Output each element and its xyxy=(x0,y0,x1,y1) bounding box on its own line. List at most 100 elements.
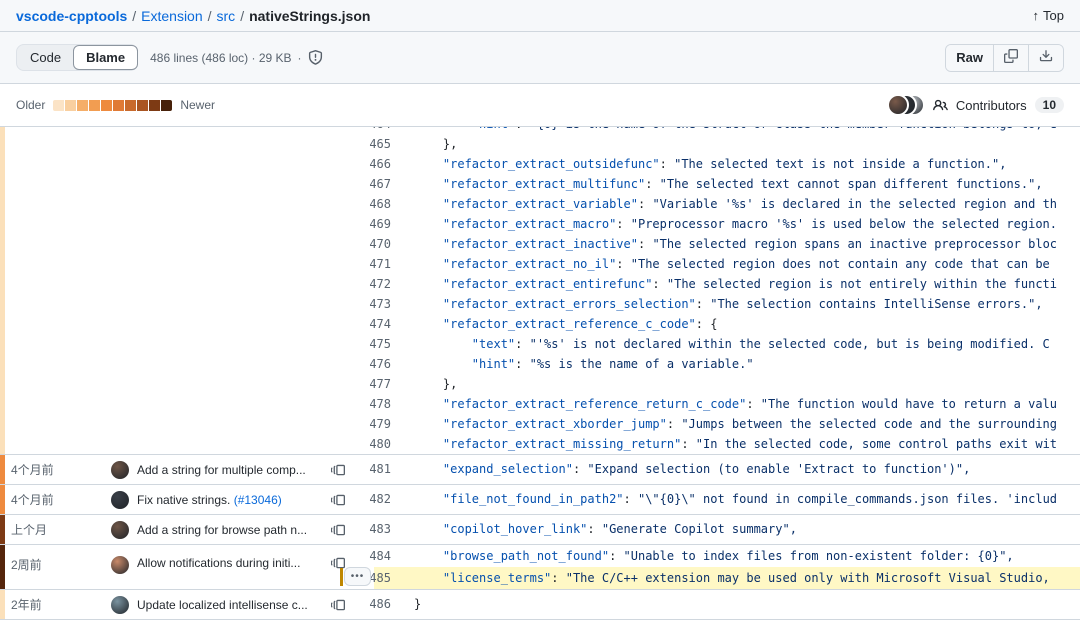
line-number[interactable]: 467 xyxy=(348,174,404,194)
up-arrow-icon: ↑ xyxy=(1033,8,1040,23)
heat-swatch-2 xyxy=(65,100,76,111)
json-punctuation: : xyxy=(652,277,666,291)
breadcrumb-filename: nativeStrings.json xyxy=(249,8,370,24)
scroll-to-top-button[interactable]: ↑ Top xyxy=(1033,8,1064,23)
code-line[interactable]: "refactor_extract_reference_c_code": { xyxy=(404,314,1080,334)
breadcrumb-separator: / xyxy=(132,8,136,24)
versions-icon[interactable] xyxy=(331,493,345,507)
json-key: "text" xyxy=(472,337,515,351)
commit-message-link[interactable]: Add a string for browse path n... xyxy=(137,523,323,537)
code-line[interactable]: "file_not_found_in_path2": "\"{0}\" not … xyxy=(404,489,1080,509)
json-key: "refactor_extract_outsidefunc" xyxy=(443,157,660,171)
breadcrumb-repo-link[interactable]: vscode-cpptools xyxy=(16,8,127,24)
code-line[interactable]: "text": "'%s' is not declared within the… xyxy=(404,334,1080,354)
avatar[interactable] xyxy=(111,461,129,479)
line-number[interactable]: 475 xyxy=(348,334,404,354)
line-number[interactable]: 480 xyxy=(348,434,404,454)
tab-blame[interactable]: Blame xyxy=(73,45,138,70)
line-number[interactable]: 465 xyxy=(348,134,404,154)
breadcrumb-separator: / xyxy=(240,8,244,24)
json-key: "file_not_found_in_path2" xyxy=(443,492,624,506)
tab-code[interactable]: Code xyxy=(17,45,74,70)
json-key: "refactor_extract_missing_return" xyxy=(443,437,681,451)
code-line[interactable]: "refactor_extract_missing_return": "In t… xyxy=(404,434,1080,454)
commit-message-link[interactable]: Fix native strings. (#13046) xyxy=(137,493,323,507)
shield-alert-icon[interactable] xyxy=(308,50,323,65)
code-line[interactable]: "refactor_extract_macro": "Preprocessor … xyxy=(404,214,1080,234)
copy-button[interactable] xyxy=(993,45,1028,71)
line-number[interactable]: 477 xyxy=(348,374,404,394)
code-line[interactable]: }, xyxy=(404,374,1080,394)
json-key: "refactor_extract_errors_selection" xyxy=(443,297,696,311)
code-line[interactable]: "refactor_extract_entirefunc": "The sele… xyxy=(404,274,1080,294)
avatar[interactable] xyxy=(111,556,129,574)
contributors-link[interactable]: Contributors 10 xyxy=(887,94,1064,116)
code-line[interactable]: "copilot_hover_link": "Generate Copilot … xyxy=(404,519,1080,539)
code-line[interactable]: "refactor_extract_errors_selection": "Th… xyxy=(404,294,1080,314)
line-number-gutter: 481 xyxy=(348,455,404,484)
line-number[interactable]: 471 xyxy=(348,254,404,274)
avatar[interactable] xyxy=(111,521,129,539)
line-number[interactable]: 478 xyxy=(348,394,404,414)
line-number[interactable]: 473 xyxy=(348,294,404,314)
heat-swatch-5 xyxy=(101,100,112,111)
json-punctuation: : xyxy=(696,317,710,331)
line-number[interactable]: 466 xyxy=(348,154,404,174)
heat-swatch-1 xyxy=(53,100,64,111)
line-number[interactable]: 470 xyxy=(348,234,404,254)
avatar[interactable] xyxy=(887,94,909,116)
json-punctuation: : xyxy=(587,522,601,536)
code-line[interactable]: "hint": "{0} is the name of the struct o… xyxy=(404,126,1080,134)
blame-info-cell xyxy=(5,127,348,454)
raw-button[interactable]: Raw xyxy=(946,45,993,71)
breadcrumb-dir-src[interactable]: src xyxy=(217,8,236,24)
line-number-gutter: 483 xyxy=(348,515,404,544)
versions-icon[interactable] xyxy=(331,598,345,612)
line-number[interactable]: 485••• xyxy=(348,567,404,589)
code-line[interactable]: }, xyxy=(404,134,1080,154)
json-punctuation: : xyxy=(515,126,529,131)
json-punctuation: } xyxy=(414,597,421,611)
code-line[interactable]: "refactor_extract_inactive": "The select… xyxy=(404,234,1080,254)
breadcrumb-dir-extension[interactable]: Extension xyxy=(141,8,202,24)
download-button[interactable] xyxy=(1028,45,1063,71)
line-number[interactable]: 481 xyxy=(348,459,404,479)
commit-message-link[interactable]: Allow notifications during initi... xyxy=(137,556,323,570)
line-number[interactable]: 482 xyxy=(348,489,404,509)
line-number[interactable]: 464 xyxy=(348,126,404,134)
line-number[interactable]: 476 xyxy=(348,354,404,374)
blame-expand-button[interactable]: ••• xyxy=(344,567,371,586)
versions-icon[interactable] xyxy=(331,523,345,537)
code-line[interactable]: "refactor_extract_xborder_jump": "Jumps … xyxy=(404,414,1080,434)
line-number-gutter: 484485••• xyxy=(348,545,404,589)
json-punctuation: : xyxy=(515,337,529,351)
line-number-gutter: 482 xyxy=(348,485,404,514)
line-number[interactable]: 484 xyxy=(348,545,404,567)
download-icon xyxy=(1039,49,1053,66)
commit-message-link[interactable]: Update localized intellisense c... xyxy=(137,598,323,612)
contributor-avatars[interactable] xyxy=(887,94,925,116)
commit-message-link[interactable]: Add a string for multiple comp... xyxy=(137,463,323,477)
avatar[interactable] xyxy=(111,491,129,509)
code-line[interactable]: "refactor_extract_outsidefunc": "The sel… xyxy=(404,154,1080,174)
line-number[interactable]: 479 xyxy=(348,414,404,434)
line-number[interactable]: 486 xyxy=(348,594,404,614)
code-line[interactable]: "refactor_extract_reference_return_c_cod… xyxy=(404,394,1080,414)
code-line[interactable]: } xyxy=(404,594,1080,614)
versions-icon[interactable] xyxy=(331,463,345,477)
line-number[interactable]: 468 xyxy=(348,194,404,214)
line-number[interactable]: 483 xyxy=(348,519,404,539)
code-line[interactable]: "hint": "%s is the name of a variable." xyxy=(404,354,1080,374)
code-column: "copilot_hover_link": "Generate Copilot … xyxy=(404,515,1080,544)
code-line[interactable]: "refactor_extract_variable": "Variable '… xyxy=(404,194,1080,214)
code-line[interactable]: "refactor_extract_multifunc": "The selec… xyxy=(404,174,1080,194)
code-line[interactable]: "refactor_extract_no_il": "The selected … xyxy=(404,254,1080,274)
code-line[interactable]: "browse_path_not_found": "Unable to inde… xyxy=(404,545,1080,567)
line-number[interactable]: 469 xyxy=(348,214,404,234)
line-number[interactable]: 474 xyxy=(348,314,404,334)
line-number[interactable]: 472 xyxy=(348,274,404,294)
code-line[interactable]: "license_terms": "The C/C++ extension ma… xyxy=(404,567,1080,589)
avatar[interactable] xyxy=(111,596,129,614)
pr-number-link[interactable]: (#13046) xyxy=(234,493,282,507)
code-line[interactable]: "expand_selection": "Expand selection (t… xyxy=(404,459,1080,479)
